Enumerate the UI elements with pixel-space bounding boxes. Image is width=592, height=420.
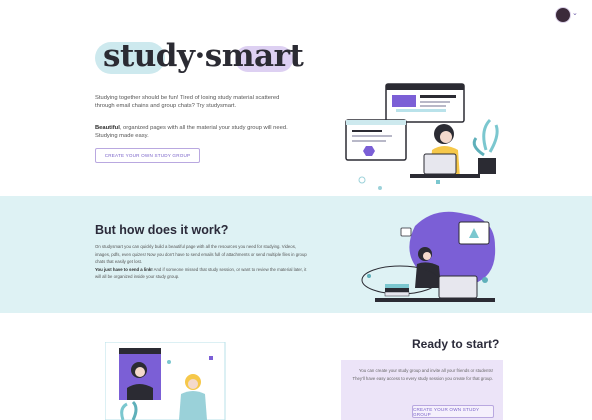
hero-intro: Studying together should be fun! Tired o… [95,95,280,109]
how-body: On studysmart you can quickly build a be… [95,243,310,281]
ready-body: You can create your study group and invi… [352,368,493,381]
how-title: But how does it work? [95,223,229,237]
top-bar: ⌄ [0,0,592,30]
how-body-text: On studysmart you can quickly build a be… [95,244,307,265]
hero-tagline-bold: Beautiful [95,125,120,131]
hero-illustration [345,83,499,190]
hero-section: study·smart Studying together should be … [0,30,592,195]
hero-tagline: Beautiful, organized pages with all the … [95,124,295,140]
how-illustration [361,211,496,302]
chevron-down-icon[interactable]: ⌄ [572,9,578,17]
how-it-works-section: But how does it work? On studysmart you … [0,196,592,313]
logo-text: study·smart [103,38,304,74]
create-study-group-button[interactable]: CREATE YOUR OWN STUDY GROUP [95,148,200,163]
user-avatar[interactable] [555,7,571,23]
how-body-bold: You just have to send a link! [95,266,153,272]
ready-title: Ready to start? [412,337,500,351]
create-study-group-button-bottom[interactable]: CREATE YOUR OWN STUDY GROUP [412,405,494,418]
logo: study·smart [95,38,304,80]
hero-tagline-rest: , organized pages with all the material … [95,125,288,139]
ready-illustration [105,342,226,420]
